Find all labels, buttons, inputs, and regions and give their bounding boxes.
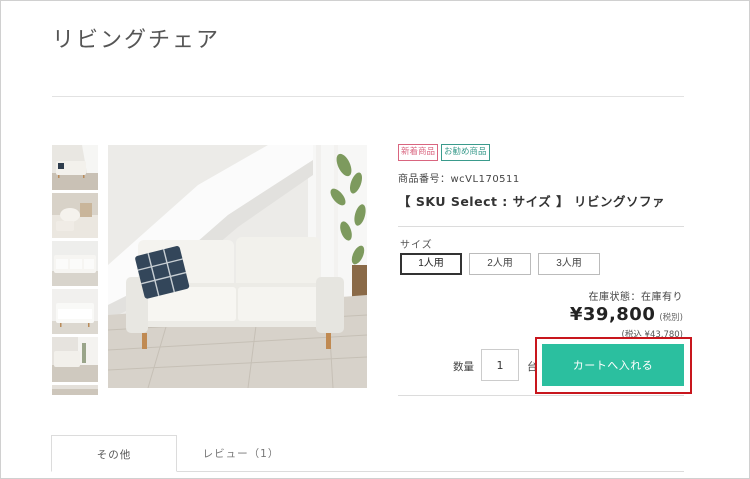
tab-bar: その他 レビュー（1）	[51, 435, 684, 479]
quantity-label: 数量	[453, 361, 474, 373]
divider	[398, 395, 684, 396]
badge-new: 新着商品	[398, 144, 439, 161]
thumbnail-list	[52, 145, 98, 398]
thumbnail-1[interactable]	[52, 145, 98, 190]
product-code: 商品番号：wcVL170511	[398, 174, 520, 185]
badge-group: 新着商品 お勧め商品	[398, 144, 490, 161]
add-to-cart-button[interactable]: カートへ入れる	[542, 344, 684, 386]
tab-review[interactable]: レビュー（1）	[191, 435, 291, 472]
price-row: ¥39,800 (税別)	[570, 304, 683, 325]
size-option-3-person[interactable]: 3人用	[538, 253, 600, 275]
product-name: 【 SKU Select : サイズ 】 リビングソファ	[398, 194, 665, 209]
size-option-1-person[interactable]: 1人用	[400, 253, 462, 275]
quantity-input[interactable]	[481, 349, 519, 381]
page-title: リビングチェア	[52, 28, 221, 53]
thumbnail-5[interactable]	[52, 337, 98, 382]
product-main-image	[108, 145, 367, 388]
thumbnail-4[interactable]	[52, 289, 98, 334]
thumbnail-2[interactable]	[52, 193, 98, 238]
size-label: サイズ	[400, 240, 433, 251]
title-divider	[52, 96, 684, 97]
divider	[398, 226, 684, 227]
size-option-group: 1人用 2人用 3人用	[400, 253, 600, 275]
stock-status: 在庫状態：在庫有り	[588, 292, 683, 303]
tab-other[interactable]: その他	[51, 435, 177, 472]
price: ¥39,800	[569, 304, 656, 325]
price-tax-note: (税別)	[659, 313, 683, 323]
size-option-2-person[interactable]: 2人用	[469, 253, 531, 275]
thumbnail-3[interactable]	[52, 241, 98, 286]
thumbnail-6[interactable]	[52, 385, 98, 395]
badge-recommended: お勧め商品	[441, 144, 490, 161]
